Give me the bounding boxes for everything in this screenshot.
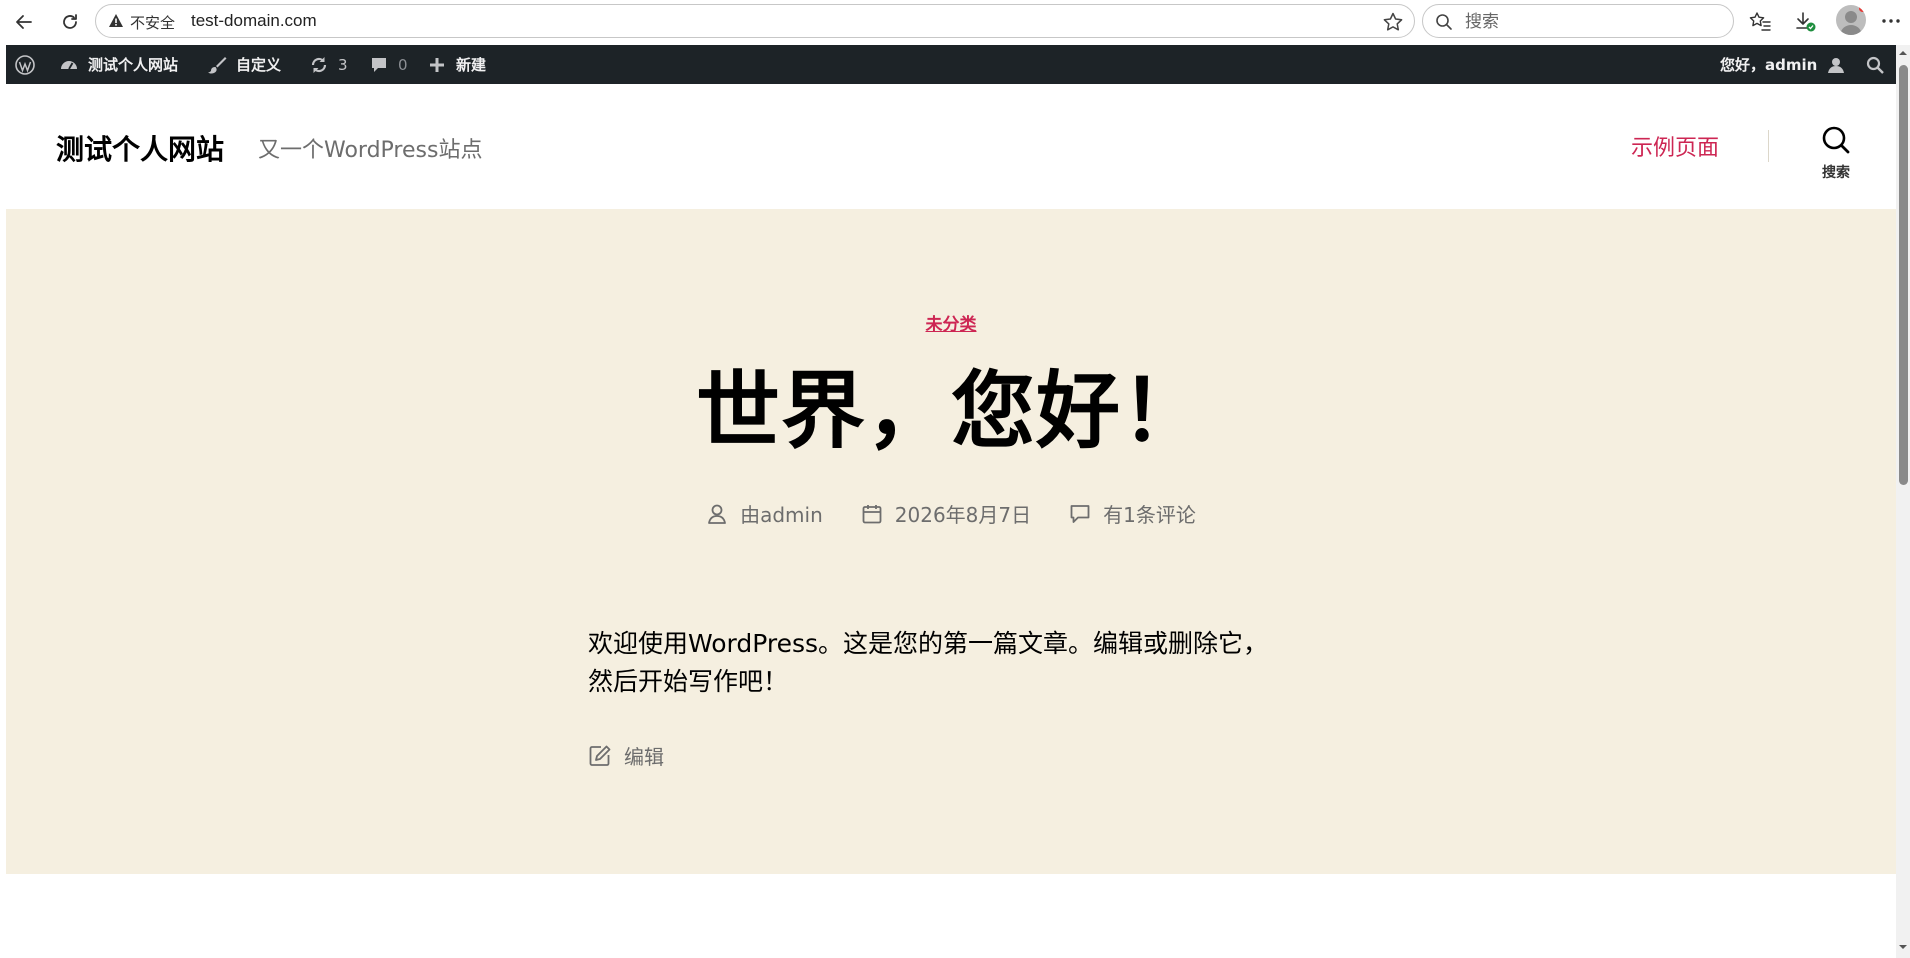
greeting-label: 您好，admin bbox=[1720, 56, 1818, 74]
admin-bar-site-name[interactable]: 测试个人网站 bbox=[58, 45, 178, 84]
updates-count: 3 bbox=[338, 55, 348, 74]
edit-label: 编辑 bbox=[624, 745, 664, 769]
notification-dot bbox=[1859, 5, 1866, 12]
comment-icon bbox=[1070, 504, 1090, 523]
wordpress-logo-icon bbox=[14, 54, 36, 76]
author-link[interactable]: 由admin bbox=[740, 499, 823, 528]
entry-categories: 未分类 bbox=[6, 310, 1896, 335]
site-name-label: 测试个人网站 bbox=[88, 56, 179, 74]
scroll-up-arrow-icon[interactable] bbox=[1898, 48, 1908, 58]
post-title: 世界，您好！ bbox=[695, 362, 1206, 460]
new-label: 新建 bbox=[456, 56, 487, 74]
browser-toolbar: 不安全 test-domain.com bbox=[0, 0, 1910, 44]
content-line-1: 欢迎使用WordPress。这是您的第一篇文章。编辑或删除它， bbox=[588, 629, 1269, 658]
content-line-2: 然后开始写作吧！ bbox=[588, 666, 789, 696]
search-icon bbox=[1436, 14, 1452, 30]
admin-bar-search[interactable] bbox=[1864, 45, 1894, 84]
admin-bar-comments[interactable]: 0 bbox=[368, 45, 408, 84]
browser-search-box[interactable] bbox=[1422, 4, 1734, 38]
paintbrush-icon bbox=[206, 54, 228, 76]
calendar-icon bbox=[862, 504, 882, 523]
favorites-list-icon bbox=[1749, 12, 1771, 31]
url-text[interactable]: test-domain.com bbox=[191, 11, 317, 31]
profile-avatar[interactable] bbox=[1836, 5, 1866, 35]
meta-comments: 有1条评论 bbox=[1069, 499, 1196, 528]
user-icon bbox=[1825, 54, 1847, 76]
comment-bubble-icon bbox=[368, 54, 390, 76]
header-divider bbox=[1768, 130, 1769, 162]
admin-bar-my-account[interactable]: 您好，admin bbox=[1720, 45, 1855, 84]
favorites-button[interactable] bbox=[1745, 6, 1775, 36]
browser-menu-button[interactable] bbox=[1876, 6, 1906, 36]
more-horizontal-icon bbox=[1882, 19, 1900, 23]
dashboard-gauge-icon bbox=[58, 54, 80, 76]
author-person-icon bbox=[708, 504, 727, 524]
post-entry: 未分类 世界，您好！ 由admin 2026年8月7日 有1条评论 欢迎使用Wo… bbox=[6, 209, 1896, 874]
site-title[interactable]: 测试个人网站 bbox=[56, 128, 224, 168]
browser-search-input[interactable] bbox=[1463, 9, 1717, 35]
downloads-button[interactable] bbox=[1790, 6, 1820, 36]
back-button[interactable] bbox=[6, 5, 42, 39]
comments-count: 0 bbox=[398, 55, 408, 74]
post-content: 欢迎使用WordPress。这是您的第一篇文章。编辑或删除它， 然后开始写作吧！ bbox=[588, 625, 1308, 700]
header-search-toggle[interactable]: 搜索 bbox=[1806, 124, 1866, 184]
wp-logo-menu[interactable] bbox=[14, 45, 44, 84]
comments-link[interactable]: 有1条评论 bbox=[1103, 499, 1196, 528]
post-meta: 由admin 2026年8月7日 有1条评论 bbox=[6, 499, 1896, 528]
site-header: 测试个人网站 又一个WordPress站点 示例页面 搜索 bbox=[6, 84, 1896, 209]
admin-bar-updates[interactable]: 3 bbox=[308, 45, 348, 84]
address-bar[interactable]: 不安全 test-domain.com bbox=[95, 4, 1415, 38]
scrollbar-thumb[interactable] bbox=[1899, 65, 1908, 485]
site-description: 又一个WordPress站点 bbox=[258, 138, 483, 163]
download-icon bbox=[1796, 12, 1816, 32]
edit-pencil-icon bbox=[589, 745, 611, 766]
content-paragraph: 欢迎使用WordPress。这是您的第一篇文章。编辑或删除它， 然后开始写作吧！ bbox=[588, 625, 1308, 700]
reload-icon bbox=[63, 14, 77, 29]
admin-bar-new[interactable]: 新建 bbox=[426, 45, 486, 84]
search-icon bbox=[1822, 126, 1850, 154]
edit-post-link[interactable]: 编辑 bbox=[588, 741, 664, 770]
category-link[interactable]: 未分类 bbox=[926, 315, 977, 335]
customize-label: 自定义 bbox=[236, 56, 282, 74]
back-arrow-icon bbox=[16, 15, 32, 29]
admin-bar-customize[interactable]: 自定义 bbox=[206, 45, 281, 84]
wp-admin-bar: 测试个人网站 自定义 3 0 新建 您好，admin bbox=[6, 45, 1896, 84]
not-secure-label[interactable]: 不安全 bbox=[130, 12, 175, 33]
reload-button[interactable] bbox=[52, 5, 88, 39]
favorite-star-icon[interactable] bbox=[1382, 11, 1404, 33]
menu-item-sample-page[interactable]: 示例页面 bbox=[1631, 130, 1719, 162]
date-link[interactable]: 2026年8月7日 bbox=[895, 499, 1031, 528]
meta-author: 由admin bbox=[706, 499, 823, 528]
plus-icon bbox=[426, 54, 448, 76]
search-icon bbox=[1864, 54, 1886, 76]
updates-refresh-icon bbox=[308, 54, 330, 76]
warning-icon[interactable] bbox=[108, 13, 124, 29]
meta-date: 2026年8月7日 bbox=[861, 499, 1031, 528]
search-toggle-label: 搜索 bbox=[1822, 165, 1850, 181]
scroll-down-arrow-icon[interactable] bbox=[1898, 942, 1908, 952]
